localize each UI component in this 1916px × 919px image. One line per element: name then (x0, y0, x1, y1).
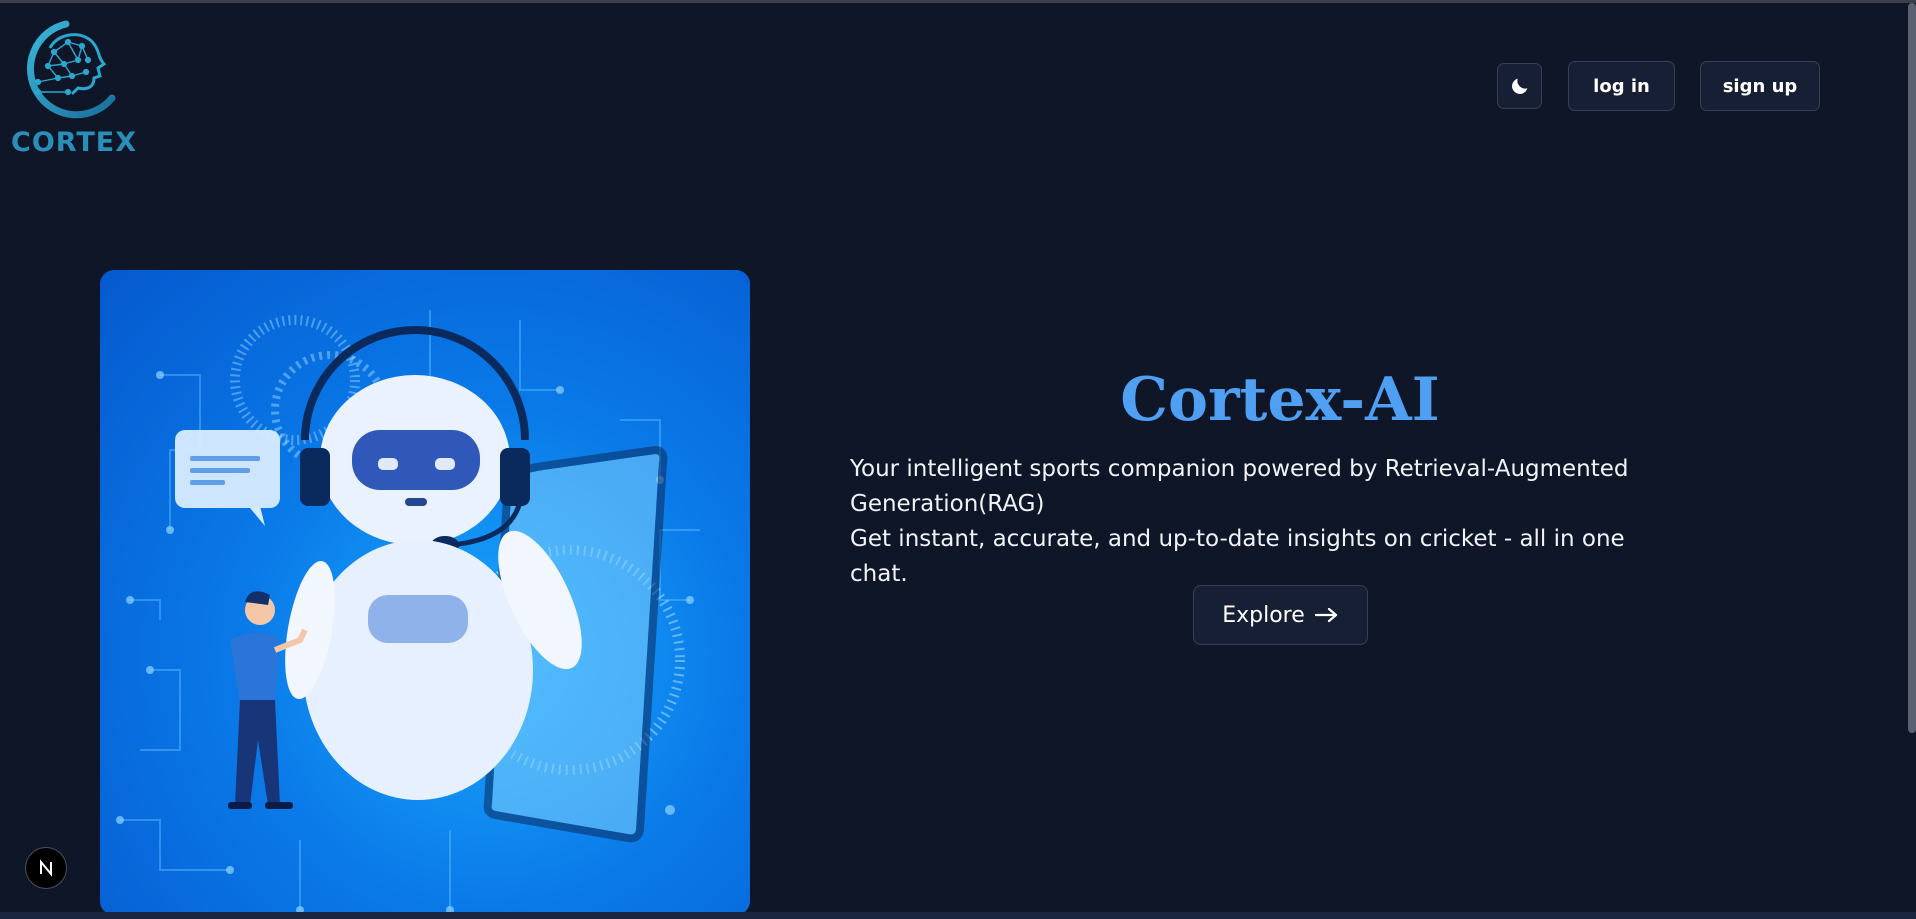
hero-description: Your intelligent sports companion powere… (850, 452, 1680, 592)
illustration-svg (116, 310, 700, 914)
arrow-right-icon (1314, 607, 1337, 623)
signup-button[interactable]: sign up (1700, 61, 1820, 111)
page-scrollbar[interactable] (1908, 3, 1916, 733)
moon-icon (1511, 78, 1527, 94)
hero-line-1: Your intelligent sports companion powere… (850, 456, 1629, 517)
theme-toggle-button[interactable] (1497, 63, 1542, 109)
next-dev-badge[interactable] (25, 847, 67, 889)
window-top-border (0, 0, 1916, 3)
hero-line-2: Get instant, accurate, and up-to-date in… (850, 526, 1625, 587)
brand-name: CORTEX (11, 127, 138, 158)
brain-head-icon (26, 20, 116, 119)
window-bottom-border (0, 912, 1916, 919)
next-logo-icon (40, 859, 52, 877)
explore-button[interactable]: Explore (1193, 585, 1368, 645)
login-button[interactable]: log in (1568, 61, 1675, 111)
robot-assistant-illustration (100, 270, 750, 915)
explore-label: Explore (1222, 602, 1305, 628)
hero-title: Cortex-AI (1120, 365, 1440, 435)
